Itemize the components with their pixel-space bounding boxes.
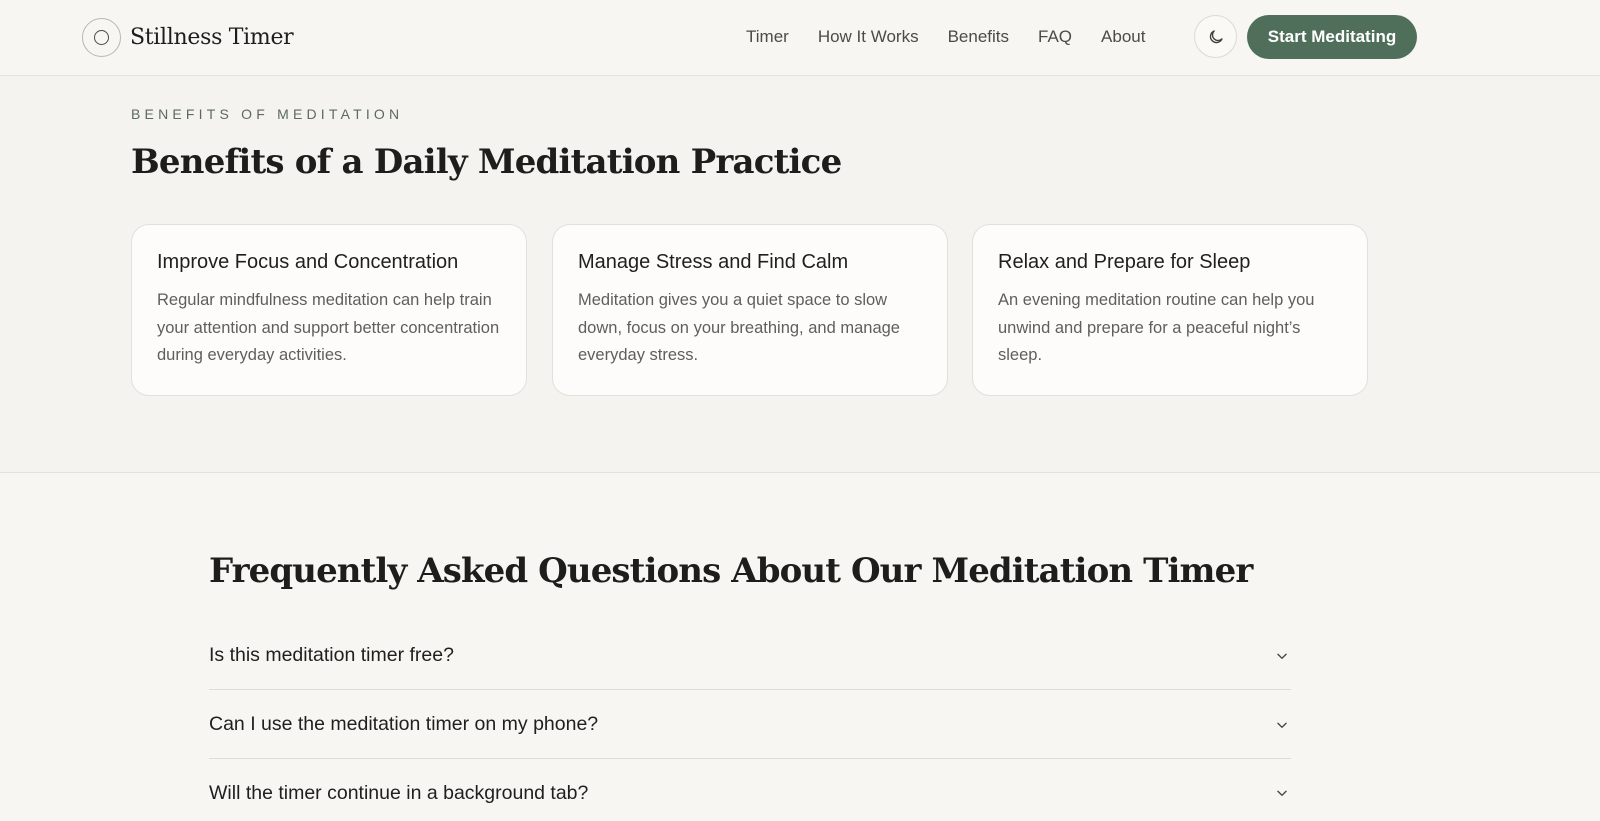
start-meditating-button[interactable]: Start Meditating — [1247, 15, 1417, 59]
benefit-card-text: Regular mindfulness meditation can help … — [157, 291, 500, 364]
faq-item[interactable]: Will the timer continue in a background … — [209, 759, 1291, 821]
faq-question: Is this meditation timer free? — [209, 644, 454, 666]
benefits-title: Benefits of a Daily Meditation Practice — [131, 142, 842, 182]
nav-link-timer[interactable]: Timer — [746, 27, 789, 47]
chevron-down-icon — [1273, 784, 1291, 802]
faq-item[interactable]: Can I use the meditation timer on my pho… — [209, 691, 1291, 759]
benefit-card-text: Meditation gives you a quiet space to sl… — [578, 291, 900, 364]
faq-item[interactable]: Is this meditation timer free? — [209, 622, 1291, 690]
benefits-section: BENEFITS OF MEDITATION Benefits of a Dai… — [0, 76, 1600, 473]
faq-section: Frequently Asked Questions About Our Med… — [0, 474, 1600, 821]
chevron-down-icon — [1273, 647, 1291, 665]
moon-icon — [1209, 29, 1223, 43]
nav-link-faq[interactable]: FAQ — [1038, 27, 1072, 47]
benefit-card-title: Manage Stress and Find Calm — [578, 251, 849, 273]
nav-link-how-it-works[interactable]: How It Works — [818, 27, 919, 47]
benefit-card-stress: Manage Stress and Find Calm Meditation g… — [552, 224, 948, 396]
benefit-card-title: Relax and Prepare for Sleep — [998, 251, 1251, 273]
chevron-down-icon — [1273, 716, 1291, 734]
benefit-card-focus: Improve Focus and Concentration Regular … — [131, 224, 527, 396]
logo-circle-icon — [82, 17, 121, 57]
faq-question: Will the timer continue in a background … — [209, 781, 589, 804]
nav-link-about[interactable]: About — [1101, 27, 1145, 47]
brand-logo-link[interactable]: Stillness Timer — [82, 17, 294, 57]
nav-link-benefits[interactable]: Benefits — [948, 27, 1009, 47]
faq-title: Frequently Asked Questions About Our Med… — [209, 551, 1253, 591]
benefit-card-text: An evening meditation routine can help y… — [998, 291, 1315, 364]
benefits-eyebrow: BENEFITS OF MEDITATION — [131, 106, 404, 122]
faq-question: Can I use the meditation timer on my pho… — [209, 713, 599, 735]
theme-toggle-button[interactable] — [1194, 15, 1237, 58]
brand-name: Stillness Timer — [130, 24, 294, 50]
main-nav: Timer How It Works Benefits FAQ About — [746, 0, 1145, 74]
site-header: Stillness Timer Timer How It Works Benef… — [0, 0, 1600, 76]
benefit-card-title: Improve Focus and Concentration — [157, 251, 459, 273]
benefit-card-sleep: Relax and Prepare for Sleep An evening m… — [972, 224, 1368, 396]
